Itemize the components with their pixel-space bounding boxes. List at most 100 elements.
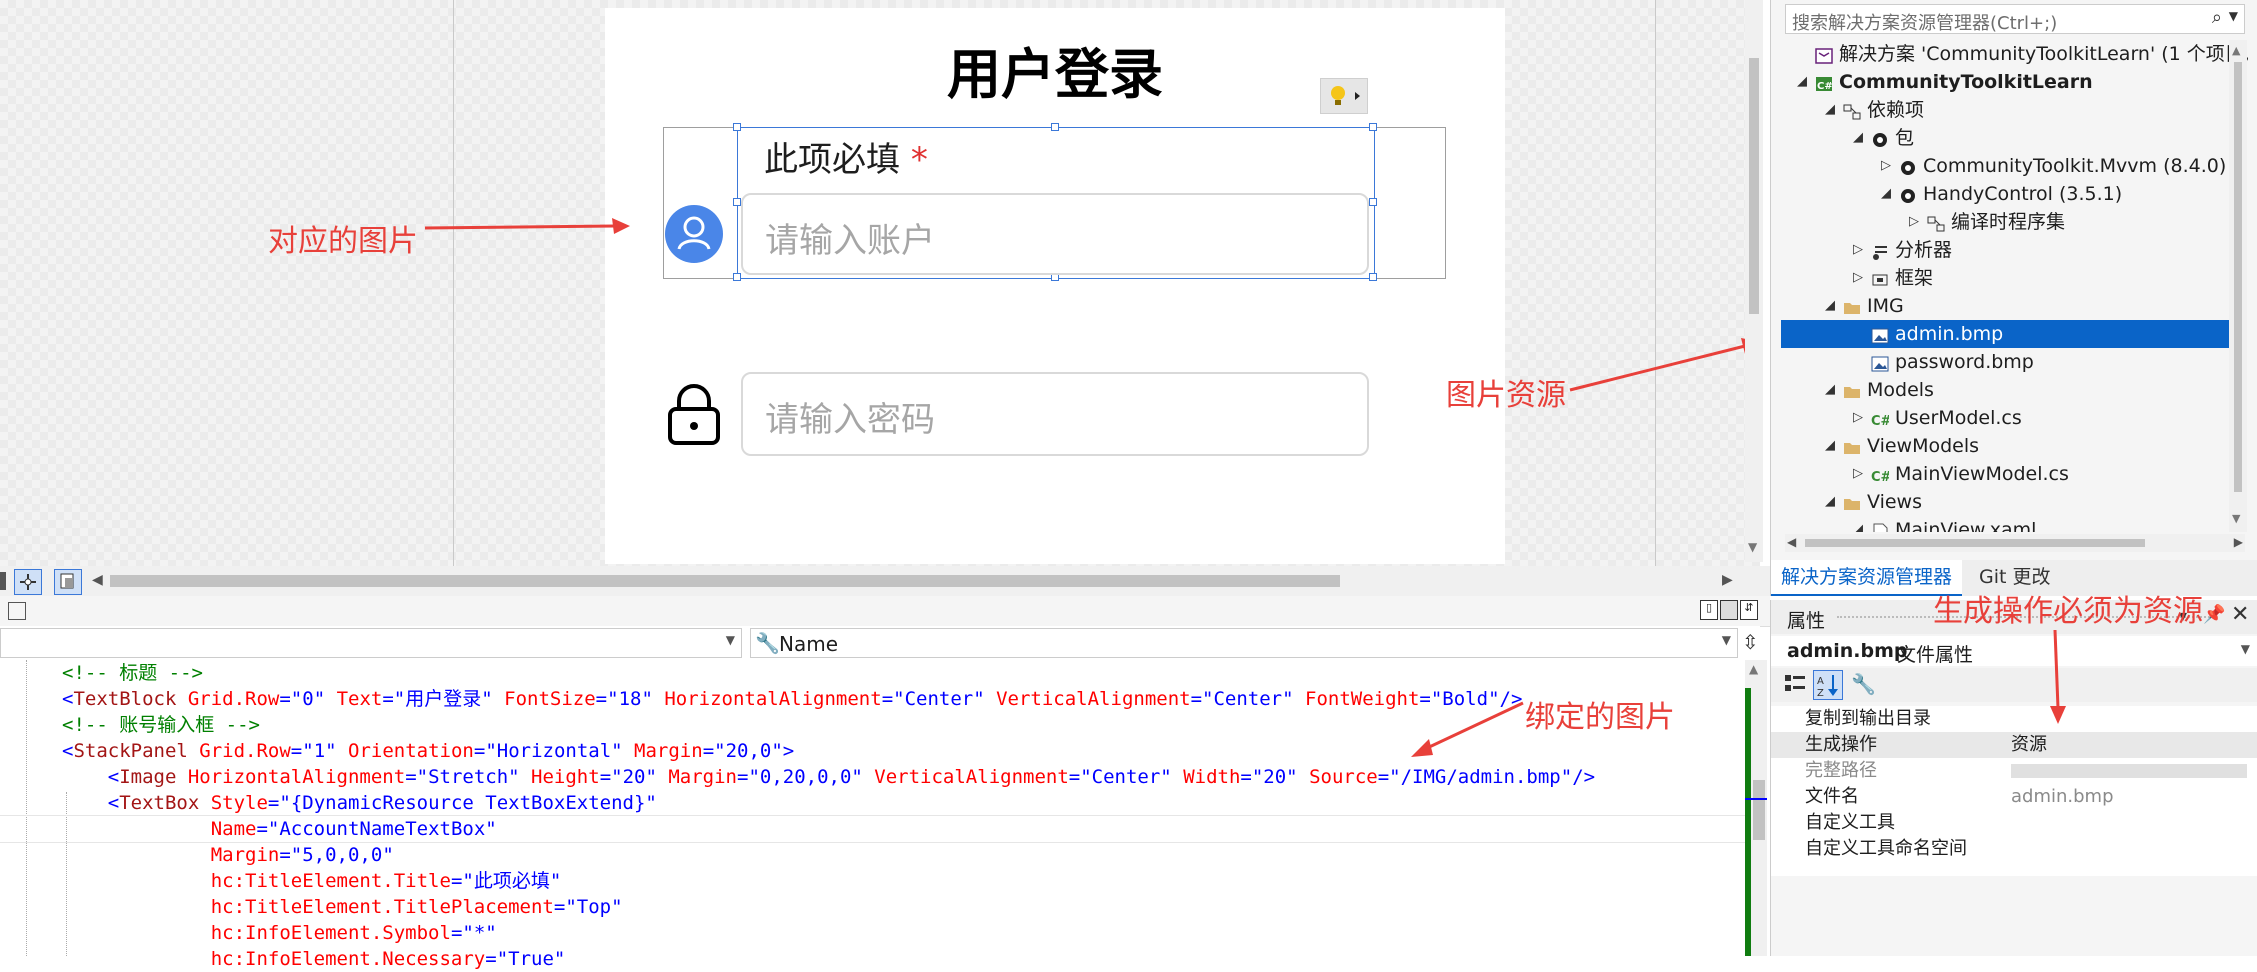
solution-tree[interactable]: 解决方案 'CommunityToolkitLearn' (1 个项目, ◢ C# C…: [1781, 40, 2251, 532]
account-name-textbox[interactable]: 请输入账户: [741, 193, 1369, 275]
user-avatar-icon[interactable]: [665, 205, 723, 263]
property-row[interactable]: 复制到输出目录: [1771, 706, 2257, 732]
scroll-left-arrow-icon[interactable]: ◀: [1787, 535, 1796, 549]
tree-item[interactable]: ◢ 包: [1781, 124, 2241, 152]
page-title[interactable]: 用户登录: [605, 30, 1505, 109]
quick-actions-button[interactable]: [1320, 78, 1368, 114]
xaml-code-editor[interactable]: <!-- 标题 --> <TextBlock Grid.Row="0" Text=…: [0, 660, 1767, 970]
search-icon[interactable]: ⌕: [2212, 7, 2222, 28]
code-line[interactable]: Name="AccountNameTextBox": [62, 816, 497, 842]
code-line[interactable]: hc:InfoElement.Symbol="*": [62, 920, 497, 946]
xaml-designer-canvas[interactable]: 用户登录 此项必填 * 请输入账户 请输入密码 对应的图片 图片资源 ▼: [0, 0, 1763, 568]
resize-handle[interactable]: [1051, 123, 1059, 131]
tree-item[interactable]: ◢ IMG: [1781, 292, 2241, 320]
solution-search-input[interactable]: 搜索解决方案资源管理器(Ctrl+;) ⌕ ▼: [1785, 4, 2245, 34]
tree-item[interactable]: ▷ CommunityToolkit.Mvvm (8.4.0): [1781, 152, 2241, 180]
collapse-arrow-icon[interactable]: ◢: [1849, 124, 1867, 152]
scrollbar-thumb[interactable]: [1805, 539, 2145, 547]
collapse-arrow-icon[interactable]: ◢: [1877, 180, 1895, 208]
tree-item[interactable]: ◢ 依赖项: [1781, 96, 2241, 124]
wrench-icon[interactable]: 🔧: [1851, 672, 1876, 696]
tree-item[interactable]: ▷ 框架: [1781, 264, 2241, 292]
tree-item[interactable]: ◢ MainView.xaml: [1781, 516, 2241, 532]
collapse-arrow-icon[interactable]: ◢: [1821, 432, 1839, 460]
tree-item[interactable]: ▷ 编译时程序集: [1781, 208, 2241, 236]
properties-object-selector[interactable]: admin.bmp 文件属性 ▼: [1771, 636, 2257, 666]
close-icon[interactable]: ✕: [2231, 602, 2249, 627]
snap-to-gridlines-button[interactable]: [14, 569, 42, 595]
collapse-arrow-icon[interactable]: ◢: [1793, 68, 1811, 96]
resize-handle[interactable]: [1369, 123, 1377, 131]
chevron-down-icon[interactable]: ▼: [2229, 9, 2238, 23]
tree-item[interactable]: ◢ C# CommunityToolkitLearn: [1781, 68, 2241, 96]
tree-item[interactable]: 解决方案 'CommunityToolkitLearn' (1 个项目,: [1781, 40, 2250, 68]
expand-arrow-icon[interactable]: ▷: [1849, 236, 1867, 264]
horizontal-split-icon[interactable]: [1720, 600, 1738, 620]
scrollbar-thumb[interactable]: [1749, 58, 1759, 314]
resize-handle[interactable]: [1369, 273, 1377, 281]
code-line[interactable]: <TextBlock Grid.Row="0" Text="用户登录" Font…: [62, 686, 1522, 712]
designer-vertical-scrollbar[interactable]: ▼: [1745, 0, 1763, 562]
pin-icon[interactable]: 📌: [2203, 604, 2225, 625]
tree-item[interactable]: ◢ Views: [1781, 488, 2241, 516]
swap-panes-icon[interactable]: ⇵: [1740, 600, 1758, 620]
tree-item[interactable]: ◢ HandyControl (3.5.1): [1781, 180, 2241, 208]
code-vertical-scrollbar[interactable]: ▲: [1745, 660, 1767, 956]
tree-item[interactable]: ◢ Models: [1781, 376, 2241, 404]
property-row[interactable]: 自定义工具命名空间: [1771, 836, 2257, 862]
code-line[interactable]: <!-- 标题 -->: [62, 660, 203, 686]
expand-arrow-icon[interactable]: ▷: [1877, 152, 1895, 180]
scroll-down-arrow-icon[interactable]: ▼: [1748, 540, 1757, 554]
expand-arrow-icon[interactable]: ▷: [1905, 208, 1923, 236]
scrollbar-thumb[interactable]: [2234, 62, 2242, 492]
vertical-split-icon[interactable]: ▯: [1700, 600, 1718, 620]
scroll-down-arrow-icon[interactable]: ▼: [2232, 512, 2240, 525]
expand-arrow-icon[interactable]: ▷: [1849, 264, 1867, 292]
scroll-right-arrow-icon[interactable]: ▶: [2234, 535, 2243, 549]
scroll-right-arrow-icon[interactable]: ▶: [1722, 572, 1733, 588]
password-textbox[interactable]: 请输入密码: [741, 372, 1369, 456]
member-dropdown[interactable]: 🔧 Name ▼: [750, 628, 1738, 658]
property-value[interactable]: 资源: [2011, 732, 2047, 758]
lock-icon[interactable]: [665, 383, 723, 445]
resize-handle[interactable]: [733, 273, 741, 281]
tree-vertical-scrollbar[interactable]: ▲ ▼: [2229, 40, 2247, 532]
collapse-arrow-icon[interactable]: ◢: [1821, 96, 1839, 124]
code-line[interactable]: <Image HorizontalAlignment="Stretch" Hei…: [62, 764, 1595, 790]
property-row[interactable]: 自定义工具: [1771, 810, 2257, 836]
property-row[interactable]: 文件名 admin.bmp: [1771, 784, 2257, 810]
chevron-down-icon[interactable]: ▼: [2241, 642, 2250, 656]
code-line[interactable]: hc:TitleElement.Title="此项必填": [62, 868, 562, 894]
categorized-icon[interactable]: [1783, 672, 1807, 696]
scroll-up-arrow-icon[interactable]: ▲: [2232, 44, 2240, 57]
resize-handle[interactable]: [733, 198, 741, 206]
property-value[interactable]: admin.bmp: [2011, 784, 2114, 810]
tree-item[interactable]: password.bmp: [1781, 348, 2241, 376]
tree-horizontal-scrollbar[interactable]: ◀ ▶: [1785, 534, 2245, 552]
collapse-arrow-icon[interactable]: ◢: [1849, 516, 1867, 532]
code-line[interactable]: hc:InfoElement.Necessary="True": [62, 946, 566, 972]
snap-to-snaplines-button[interactable]: [54, 569, 82, 595]
tree-item[interactable]: ◢ ViewModels: [1781, 432, 2241, 460]
tree-item[interactable]: admin.bmp: [1781, 320, 2241, 348]
property-row[interactable]: 生成操作 资源: [1771, 732, 2257, 758]
tree-item[interactable]: ▷ C# UserModel.cs: [1781, 404, 2241, 432]
collapse-arrow-icon[interactable]: ◢: [1821, 488, 1839, 516]
code-line[interactable]: <StackPanel Grid.Row="1" Orientation="Ho…: [62, 738, 794, 764]
collapse-arrow-icon[interactable]: ◢: [1821, 376, 1839, 404]
resize-handle[interactable]: [733, 123, 741, 131]
code-line[interactable]: Margin="5,0,0,0": [62, 842, 394, 868]
code-line[interactable]: <!-- 账号输入框 -->: [62, 712, 260, 738]
scroll-left-arrow-icon[interactable]: ◀: [92, 572, 103, 588]
scrollbar-thumb[interactable]: [1753, 780, 1765, 840]
property-grid[interactable]: 复制到输出目录 生成操作 资源 完整路径 文件名 admin.bmp 自定义工具 自定义工具命…: [1771, 706, 2257, 876]
split-editor-icon[interactable]: ⇳: [1742, 630, 1759, 654]
collapse-arrow-icon[interactable]: ◢: [1821, 292, 1839, 320]
resize-handle[interactable]: [1369, 198, 1377, 206]
expand-pane-icon[interactable]: [8, 602, 26, 620]
tree-item[interactable]: ▷ C# MainViewModel.cs: [1781, 460, 2241, 488]
alphabetical-sort-icon[interactable]: AZ: [1813, 670, 1843, 700]
tree-item[interactable]: ▷ 分析器: [1781, 236, 2241, 264]
scroll-up-arrow-icon[interactable]: ▲: [1749, 662, 1758, 676]
expand-arrow-icon[interactable]: ▷: [1849, 460, 1867, 488]
